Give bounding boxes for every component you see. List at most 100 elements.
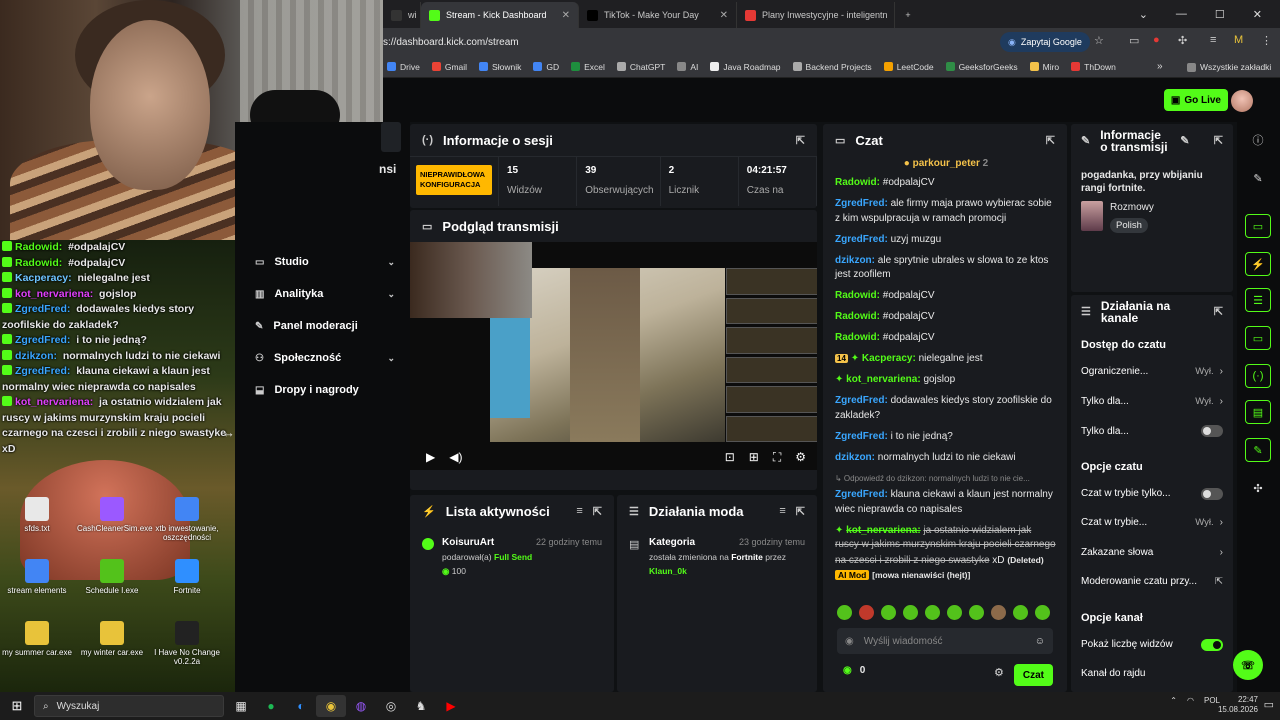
- emote-icon[interactable]: [1035, 605, 1050, 620]
- mod-icon[interactable]: ▤: [1245, 400, 1271, 424]
- wifi-icon[interactable]: ◠: [1187, 696, 1194, 705]
- chat-username[interactable]: dzikzon:: [835, 452, 875, 463]
- play-icon[interactable]: ▶: [426, 450, 435, 464]
- go-live-button[interactable]: ▣ Go Live: [1163, 89, 1228, 111]
- puzzle-icon[interactable]: ✣: [1178, 34, 1187, 47]
- emote-icon[interactable]: [991, 605, 1006, 620]
- toggle-switch[interactable]: [1201, 425, 1223, 437]
- info-icon[interactable]: ⓘ: [1245, 128, 1271, 152]
- chat-icon[interactable]: ▭: [1245, 326, 1271, 350]
- emote-icon[interactable]: [925, 605, 940, 620]
- channel-points[interactable]: ◉ 0: [843, 665, 865, 676]
- edit-icon[interactable]: ✎: [1245, 166, 1271, 190]
- popout-icon[interactable]: ⇱: [796, 505, 805, 518]
- popout-icon[interactable]: ⇱: [1046, 134, 1055, 147]
- desktop-icon[interactable]: stream elements: [2, 559, 72, 595]
- ask-google-button[interactable]: ◉ Zapytaj Google: [1000, 32, 1090, 52]
- extensions-icon[interactable]: ✣: [1245, 476, 1271, 500]
- bookmark-item[interactable]: Drive: [387, 62, 420, 72]
- chat-input[interactable]: ◉ Wyślij wiadomość ☺: [837, 628, 1053, 654]
- chat-message[interactable]: ZgredFred: dodawales kiedys story zoofil…: [835, 394, 1057, 423]
- all-bookmarks[interactable]: Wszystkie zakładki: [1187, 62, 1271, 72]
- emote-icon[interactable]: [1013, 605, 1028, 620]
- new-tab-button[interactable]: +: [895, 2, 921, 28]
- profile-icon[interactable]: M: [1234, 34, 1243, 46]
- desktop-icon[interactable]: I Have No Change v0.2.2a: [152, 621, 222, 666]
- chat-username[interactable]: Kacperacy:: [862, 353, 916, 364]
- channel-action-row[interactable]: Czat w trybie... Wył. ›: [1081, 517, 1223, 528]
- spotify-icon[interactable]: ●: [256, 695, 286, 717]
- channel-action-row[interactable]: Zakazane słowa ›: [1081, 547, 1223, 558]
- chat-message[interactable]: dzikzon: ale sprytnie ubrales w slowa to…: [835, 254, 1057, 283]
- channel-action-row[interactable]: Tylko dla... Wył. ›: [1081, 396, 1223, 407]
- record-icon[interactable]: ●: [1153, 34, 1160, 46]
- theater-icon[interactable]: ⊡: [725, 450, 735, 464]
- mod-action-by[interactable]: Klaun_0k: [649, 566, 687, 576]
- popout-icon[interactable]: ⇱: [593, 505, 602, 518]
- browser-tab[interactable]: Plany Inwestycyjne - inteligentn✕: [737, 2, 895, 28]
- channel-action-row[interactable]: Tylko dla...: [1081, 425, 1223, 437]
- chat-settings-icon[interactable]: ⚙: [994, 666, 1004, 679]
- notification-icon[interactable]: ▭: [1264, 698, 1274, 711]
- task-view-icon[interactable]: ▦: [226, 695, 256, 717]
- channel-action-row[interactable]: Moderowanie czatu przy... ⇱: [1081, 576, 1223, 587]
- bookmark-item[interactable]: ChatGPT: [616, 62, 665, 72]
- browser-tab[interactable]: Stream - Kick Dashboard ✕: [421, 2, 579, 28]
- chat-username[interactable]: ZgredFred:: [835, 489, 888, 500]
- obs-icon[interactable]: ◎: [376, 695, 406, 717]
- emoji-icon[interactable]: ☺: [1035, 636, 1045, 647]
- toggle-switch[interactable]: [1201, 487, 1223, 500]
- chat-username[interactable]: ZgredFred:: [835, 431, 888, 442]
- desktop-icon[interactable]: my winter car.exe: [77, 621, 147, 657]
- video-player[interactable]: ▶ ◀) ⊡ ⊞ ⛶ ⚙: [410, 242, 817, 470]
- desktop-icon[interactable]: CashCleanerSim.exe: [77, 497, 153, 533]
- emote-icon[interactable]: [837, 605, 852, 620]
- emote-icon[interactable]: [903, 605, 918, 620]
- close-tab-icon[interactable]: ✕: [562, 10, 570, 21]
- chat-message[interactable]: ZgredFred: klauna ciekawi a klaun jest n…: [835, 488, 1057, 517]
- desktop-icon[interactable]: Fortnite: [152, 559, 222, 595]
- settings-icon[interactable]: ⚙: [795, 450, 806, 464]
- toggle-switch[interactable]: [1201, 638, 1223, 651]
- category-thumbnail[interactable]: [1081, 201, 1103, 231]
- chat-username[interactable]: Radowid:: [835, 290, 880, 301]
- sidebar-item-analityka[interactable]: ▥ Analityka ⌄: [255, 288, 395, 300]
- chat-message[interactable]: ✦ kot_nervariena: gojslop: [835, 373, 1057, 388]
- reply-note[interactable]: ↳ Odpowiedź do dzikzon: normalnych ludzi…: [835, 472, 1057, 487]
- status-badge[interactable]: NIEPRAWIDŁOWA KONFIGURACJA: [416, 165, 492, 195]
- emote-picker-icon[interactable]: ◉: [845, 636, 854, 647]
- chat-message[interactable]: Radowid: #odpalajCV: [835, 310, 1057, 325]
- media-icon[interactable]: ≡: [1210, 34, 1216, 46]
- bookmark-item[interactable]: ThDown: [1071, 62, 1116, 72]
- chat-username[interactable]: Radowid:: [835, 311, 880, 322]
- emote-icon[interactable]: [969, 605, 984, 620]
- fullscreen-icon[interactable]: ⛶: [773, 450, 781, 465]
- bookmark-item[interactable]: Gmail: [431, 62, 467, 72]
- bookmark-item[interactable]: Backend Projects: [792, 62, 872, 72]
- volume-icon[interactable]: ◀): [449, 450, 462, 464]
- session-info-icon[interactable]: ▭: [1245, 214, 1271, 238]
- bolt-icon[interactable]: ⚡: [1245, 252, 1271, 276]
- resize-handle-icon[interactable]: ↔: [222, 425, 235, 440]
- chat-message[interactable]: ZgredFred: ale firmy maja prawo wybierac…: [835, 197, 1057, 226]
- chat-username[interactable]: kot_nervariena:: [846, 525, 920, 536]
- bookmark-item[interactable]: GD: [533, 62, 559, 72]
- edge-icon[interactable]: ◐: [286, 695, 316, 717]
- pinned-gifter[interactable]: ● parkour_peter 2: [823, 158, 1067, 169]
- bookmark-item[interactable]: Miro: [1029, 62, 1059, 72]
- discord-icon[interactable]: ◍: [346, 695, 376, 717]
- clock[interactable]: 22:47 15.08.2026: [1218, 695, 1258, 715]
- deleted-message[interactable]: ✦ kot_nervariena: ja ostatnio widzialem …: [835, 524, 1057, 584]
- clip-icon[interactable]: ⊞: [749, 450, 759, 464]
- chat-username[interactable]: kot_nervariena:: [846, 374, 920, 385]
- chat-message[interactable]: dzikzon: normalnych ludzi to nie ciekawi: [835, 451, 1057, 466]
- sidebar-item-studio[interactable]: ▭ Studio ⌄: [255, 256, 395, 268]
- channel-action-row[interactable]: Ograniczenie... Wył. ›: [1081, 366, 1223, 377]
- bookmark-item[interactable]: LeetCode: [883, 62, 934, 72]
- filter-icon[interactable]: ≡: [779, 505, 785, 517]
- chat-message[interactable]: Radowid: #odpalajCV: [835, 331, 1057, 346]
- bookmark-item[interactable]: Excel: [571, 62, 605, 72]
- sidebar-item-panel-moderacji[interactable]: ✎ Panel moderacji: [255, 320, 395, 332]
- bookmark-item[interactable]: GeeksforGeeks: [945, 62, 1018, 72]
- chat-username[interactable]: dzikzon:: [835, 255, 875, 266]
